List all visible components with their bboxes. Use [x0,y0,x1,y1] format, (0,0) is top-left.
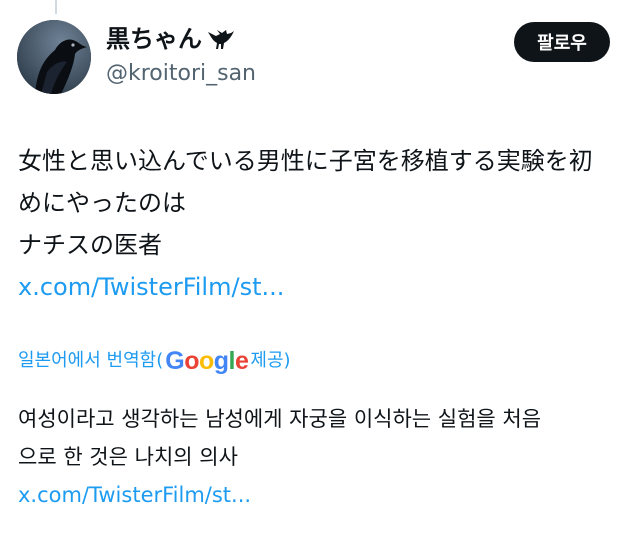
tweet-body: 女性と思い込んでいる男性に子宮を移植する実験を初 めにやったのは ナチスの医者 … [18,140,628,308]
user-handle[interactable]: @kroitori_san [106,60,256,88]
translation-prefix: 일본어에서 번역함( [18,350,164,371]
translation-text-line: 으로 한 것은 나치의 의사 [18,445,238,469]
follow-button[interactable]: 팔로우 [514,22,610,62]
translated-by-google-link[interactable]: 일본어에서 번역함( Google 제공) [18,346,291,376]
google-logo: Google [165,347,249,375]
translation-link[interactable]: x.com/TwisterFilm/st... [18,483,251,507]
thread-connector-line [55,0,57,14]
tweet-text-line: ナチスの医者 [18,231,162,259]
avatar[interactable] [17,20,91,94]
tweet-text-line: めにやったのは [18,189,186,217]
translation-body: 여성이라고 생각하는 남성에게 자궁을 이식하는 실험을 처음 으로 한 것은 … [18,400,628,514]
crow-icon [206,26,236,52]
translation-suffix: 제공) [250,350,291,371]
display-name[interactable]: 黒ちゃん [106,24,236,54]
tweet-link[interactable]: x.com/TwisterFilm/st... [18,273,284,301]
tweet-text-line: 女性と思い込んでいる男性に子宮を移植する実験を初 [18,147,593,175]
display-name-text: 黒ちゃん [106,25,202,53]
crow-avatar-image [17,20,91,94]
translation-text-line: 여성이라고 생각하는 남성에게 자궁을 이식하는 실험을 처음 [18,407,542,431]
